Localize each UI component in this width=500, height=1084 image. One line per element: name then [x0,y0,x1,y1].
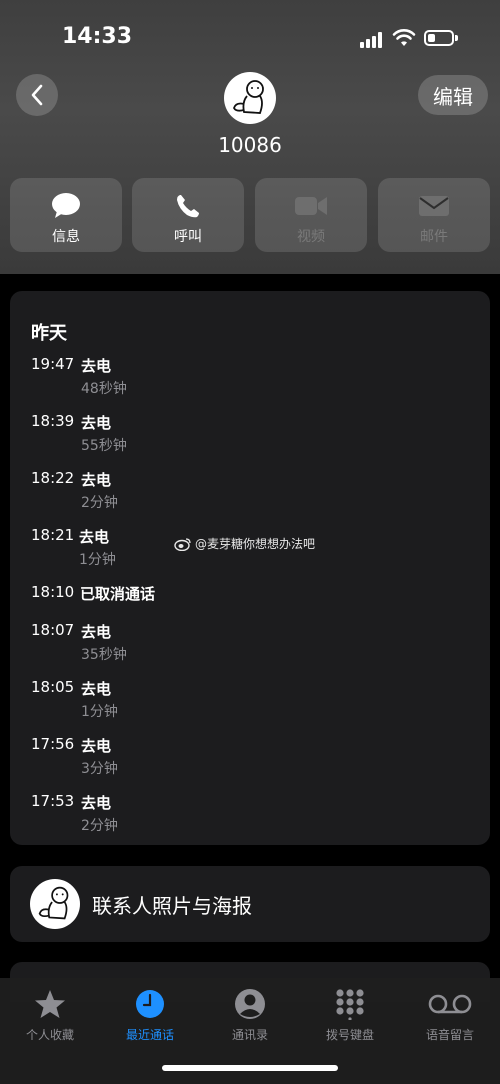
star-icon [35,990,65,1018]
keypad-icon [336,989,364,1020]
call-duration: 2分钟 [81,818,118,834]
call-time: 19:47 [31,355,75,373]
tab-keypad[interactable]: 拨号键盘 [300,988,400,1043]
quick-actions: 信息 呼叫 视频 邮件 [10,178,490,252]
status-bar: 14:33 [0,20,500,56]
call-duration: 1分钟 [81,704,118,720]
tab-label: 个人收藏 [25,1028,74,1042]
cellular-signal-icon [360,32,384,48]
contact-avatar[interactable] [224,72,276,124]
call-type: 去电 [81,623,112,641]
edit-button[interactable]: 编辑 [418,75,488,115]
message-action-label: 信息 [52,229,80,245]
call-time: 18:21 [31,526,75,544]
message-bubble-icon [52,193,80,218]
contact-name: 10086 [218,133,282,157]
video-action-button[interactable]: 视频 [255,178,367,252]
call-time: 18:22 [31,469,75,487]
back-button[interactable] [16,74,58,116]
status-time: 14:33 [62,24,133,49]
call-time: 17:53 [31,792,75,810]
tab-label: 通讯录 [231,1028,268,1042]
watermark: @麦芽糖你想想办法吧 [174,535,315,552]
call-time: 18:39 [31,412,75,430]
call-time: 18:07 [31,621,75,639]
call-duration: 55秒钟 [81,438,127,454]
call-action-label: 呼叫 [174,229,202,245]
call-duration: 35秒钟 [81,647,127,663]
poster-label: 联系人照片与海报 [92,894,252,918]
call-type: 去电 [81,737,112,755]
clock-icon [136,990,164,1018]
call-type: 去电 [81,680,112,698]
cartoon-character-icon [38,886,69,920]
call-time: 18:05 [31,678,75,696]
message-action-button[interactable]: 信息 [10,178,122,252]
call-type: 去电 [81,357,112,375]
video-action-label: 视频 [297,229,325,245]
home-indicator[interactable] [162,1065,338,1071]
tab-label: 拨号键盘 [325,1028,374,1042]
call-duration: 3分钟 [81,761,118,777]
weibo-logo-icon [174,537,191,551]
call-type: 去电 [81,471,112,489]
call-type: 去电 [79,528,110,546]
call-time: 17:56 [31,735,75,753]
battery-icon [424,30,458,46]
envelope-icon [419,196,449,216]
call-duration: 1分钟 [79,552,116,568]
tab-contacts[interactable]: 通讯录 [200,988,300,1043]
call-time: 18:10 [31,583,75,601]
mail-action-label: 邮件 [420,229,448,245]
chevron-left-icon [31,84,43,106]
call-duration: 2分钟 [81,495,118,511]
tab-label: 语音留言 [425,1028,474,1042]
poster-avatar [30,879,80,929]
call-action-button[interactable]: 呼叫 [132,178,244,252]
call-duration: 48秒钟 [81,381,127,397]
call-type: 去电 [81,414,112,432]
watermark-text: @麦芽糖你想想办法吧 [195,537,316,551]
tab-recents[interactable]: 最近通话 [100,988,200,1043]
tab-voicemail[interactable]: 语音留言 [400,988,500,1043]
cartoon-character-icon [233,80,264,114]
person-circle-icon [235,989,265,1019]
call-history-card: 昨天 19:47 去电 48秒钟 18:39 去电 55秒钟 18:22 去电 … [10,291,490,845]
tab-favorites[interactable]: 个人收藏 [0,988,100,1043]
call-type: 已取消通话 [80,585,156,603]
contact-poster-row[interactable]: 联系人照片与海报 [10,866,490,942]
call-type: 去电 [81,794,112,812]
tab-label: 最近通话 [125,1028,174,1042]
mail-action-button[interactable]: 邮件 [378,178,490,252]
call-history-day: 昨天 [31,323,67,344]
wifi-icon [392,29,416,46]
video-camera-icon [295,197,327,215]
contact-header: 14:33 10086 编辑 信息 呼叫 视频 邮件 [0,0,500,274]
phone-icon [177,195,199,218]
voicemail-icon [428,994,472,1014]
